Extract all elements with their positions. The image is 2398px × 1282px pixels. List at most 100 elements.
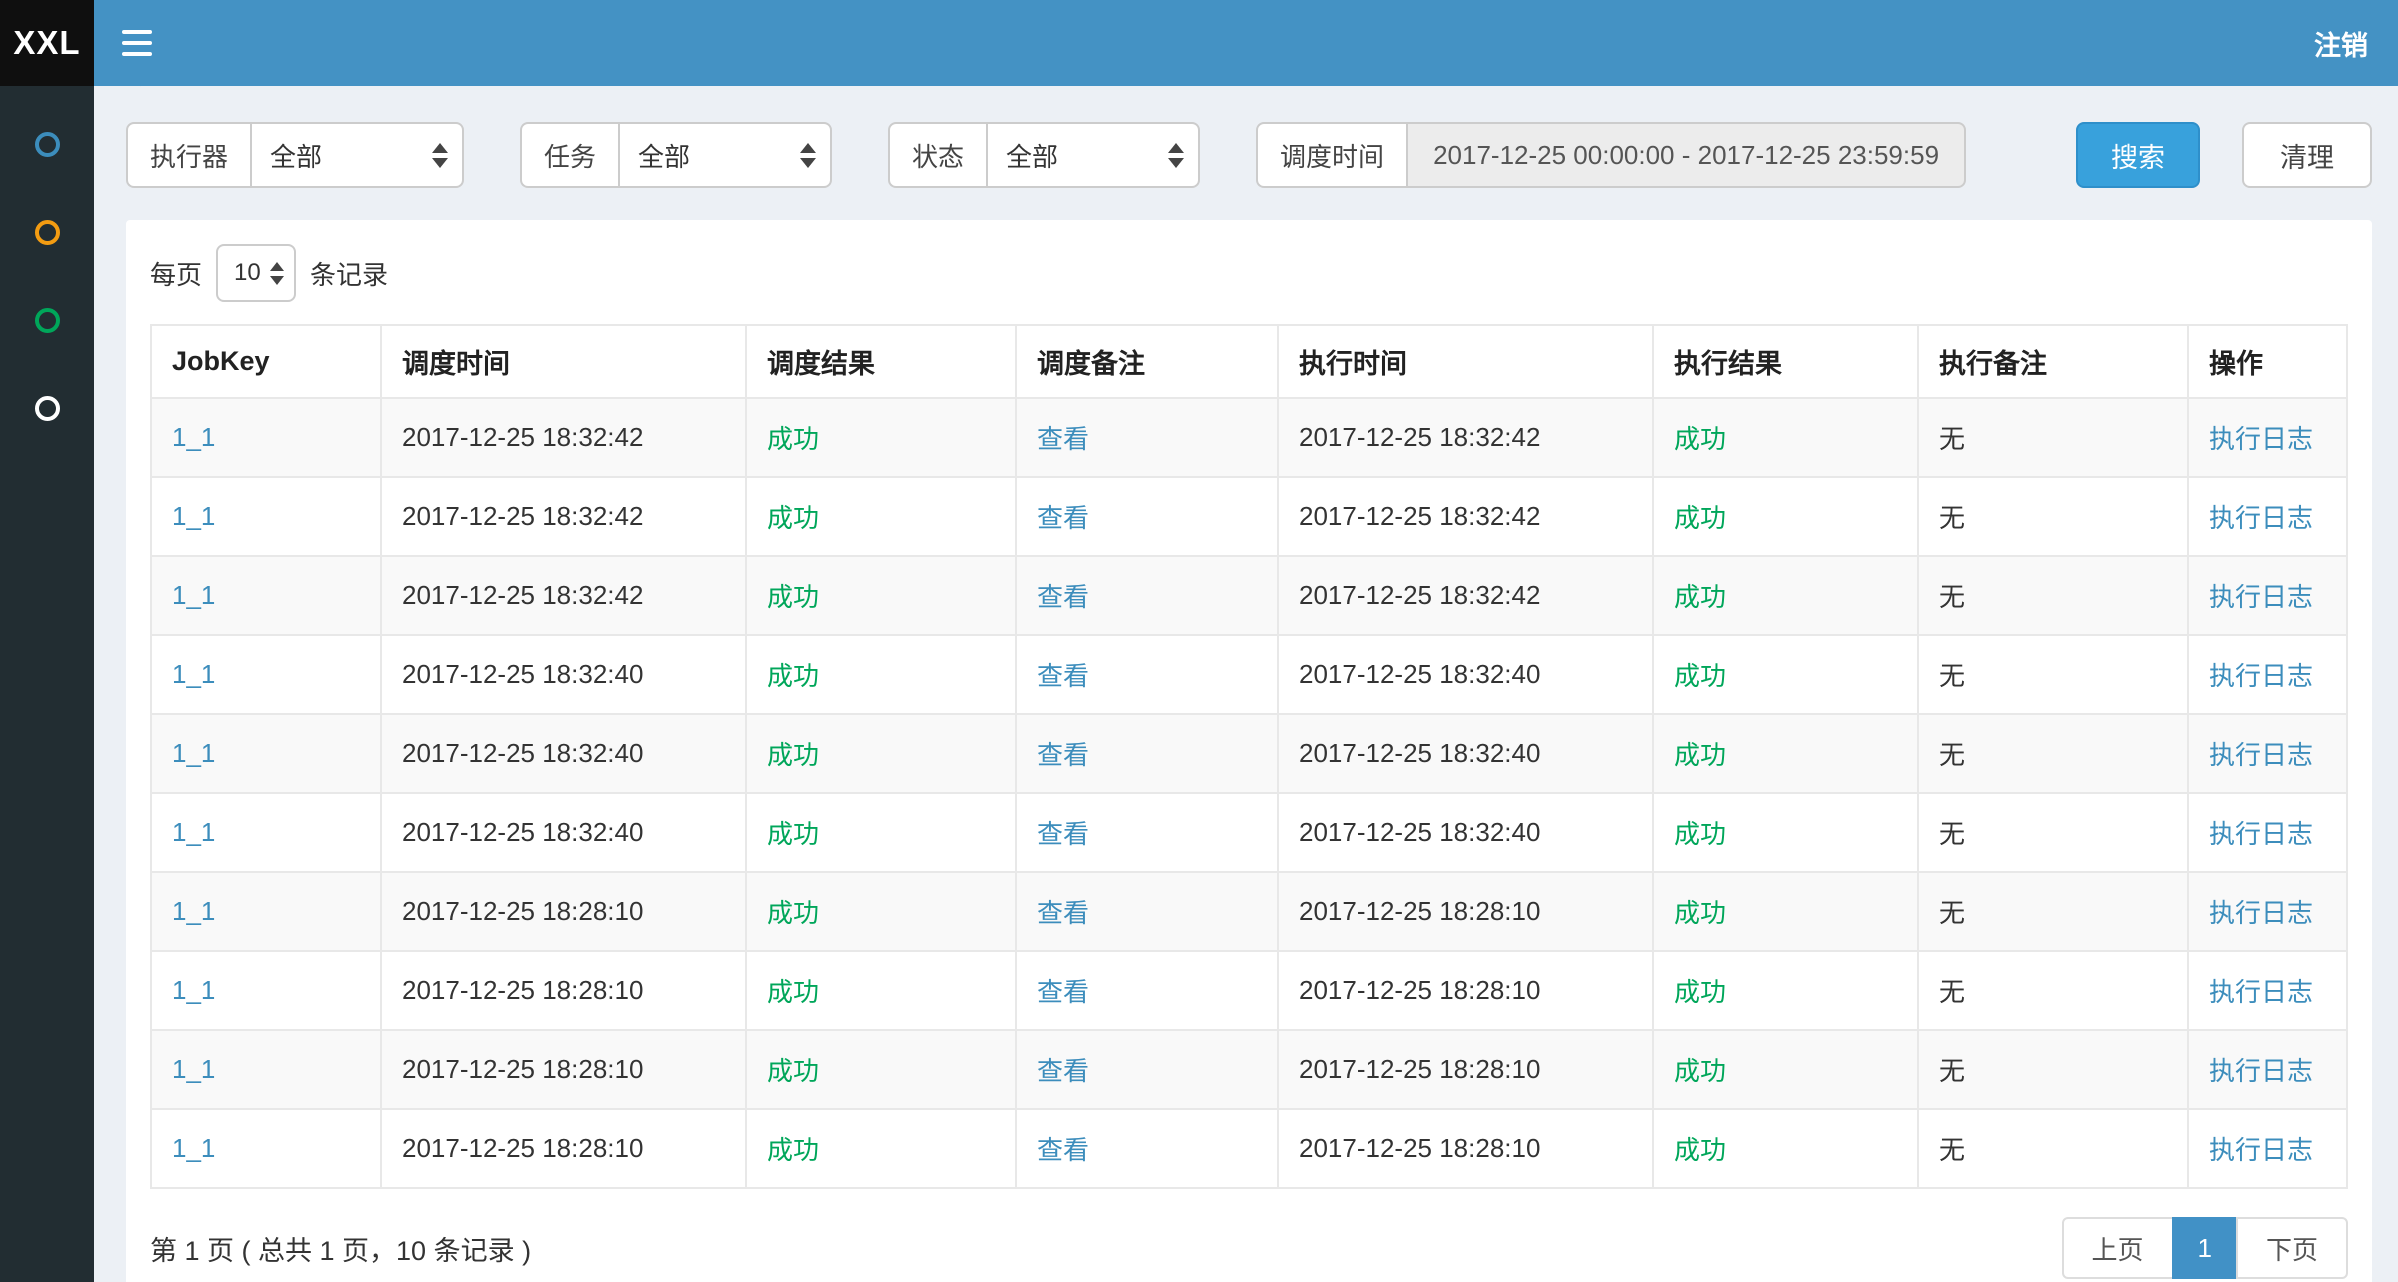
- execution-log-link[interactable]: 执行日志: [2209, 977, 2313, 1007]
- execution-log-link[interactable]: 执行日志: [2209, 582, 2313, 612]
- jobkey-link-cell: 1_1: [151, 872, 381, 951]
- execution-log-link-cell: 执行日志: [2188, 1030, 2347, 1109]
- execution-log-link[interactable]: 执行日志: [2209, 503, 2313, 533]
- sidebar-item-job-manage[interactable]: [0, 188, 94, 276]
- execution-log-link[interactable]: 执行日志: [2209, 898, 2313, 928]
- trigger-result-cell: 成功: [746, 951, 1016, 1030]
- col-header-handle-time: 执行时间: [1278, 325, 1653, 398]
- table-row: 1_12017-12-25 18:32:42成功查看2017-12-25 18:…: [151, 477, 2347, 556]
- jobkey-link[interactable]: 1_1: [172, 1054, 215, 1084]
- jobkey-link-cell: 1_1: [151, 635, 381, 714]
- trigger-result-cell: 成功: [746, 1109, 1016, 1188]
- select-arrows-icon: [270, 262, 284, 285]
- status-filter-select[interactable]: 全部: [986, 122, 1200, 188]
- trigger-msg-link[interactable]: 查看: [1037, 1056, 1089, 1086]
- jobkey-link[interactable]: 1_1: [172, 501, 215, 531]
- logout-link[interactable]: 注销: [2314, 24, 2368, 63]
- jobkey-link[interactable]: 1_1: [172, 422, 215, 452]
- trigger-msg-link[interactable]: 查看: [1037, 582, 1089, 612]
- trigger-msg-link-cell: 查看: [1016, 872, 1278, 951]
- execution-log-link[interactable]: 执行日志: [2209, 1135, 2313, 1165]
- trigger-time-range-input[interactable]: [1406, 122, 1966, 188]
- trigger-msg-link[interactable]: 查看: [1037, 1135, 1089, 1165]
- trigger-msg-link[interactable]: 查看: [1037, 819, 1089, 849]
- current-page-button[interactable]: 1: [2172, 1217, 2238, 1279]
- trigger-msg-link[interactable]: 查看: [1037, 977, 1089, 1007]
- trigger-msg-link[interactable]: 查看: [1037, 898, 1089, 928]
- jobkey-link[interactable]: 1_1: [172, 975, 215, 1005]
- job-filter-group: 任务 全部: [520, 122, 832, 188]
- trigger-msg-link[interactable]: 查看: [1037, 661, 1089, 691]
- trigger-msg-link[interactable]: 查看: [1037, 740, 1089, 770]
- handle-time-cell: 2017-12-25 18:32:40: [1278, 635, 1653, 714]
- sidebar-item-dashboard[interactable]: [0, 100, 94, 188]
- page-size-select[interactable]: 10: [216, 244, 296, 302]
- sidebar-toggle-icon[interactable]: [122, 30, 152, 56]
- jobkey-link[interactable]: 1_1: [172, 896, 215, 926]
- app-logo[interactable]: XXL: [0, 0, 94, 86]
- trigger-msg-link-cell: 查看: [1016, 1030, 1278, 1109]
- main-content: 调度日志 任务调度中心 执行器 全部 任务 全部 状态 全部 调度: [94, 0, 2398, 1282]
- table-row: 1_12017-12-25 18:28:10成功查看2017-12-25 18:…: [151, 872, 2347, 951]
- handle-result-cell: 成功: [1653, 398, 1918, 477]
- table-footer: 第 1 页 ( 总共 1 页，10 条记录 ) 上页 1 下页: [150, 1217, 2348, 1279]
- trigger-msg-link-cell: 查看: [1016, 714, 1278, 793]
- page-size-control: 每页 10 条记录: [150, 244, 2348, 302]
- execution-log-link[interactable]: 执行日志: [2209, 661, 2313, 691]
- trigger-msg-link[interactable]: 查看: [1037, 503, 1089, 533]
- trigger-time-cell: 2017-12-25 18:32:40: [381, 635, 746, 714]
- sidebar-item-job-log[interactable]: [0, 276, 94, 364]
- navbar-main: 注销: [94, 0, 2398, 86]
- handle-time-cell: 2017-12-25 18:28:10: [1278, 872, 1653, 951]
- status-filter-label: 状态: [888, 122, 986, 188]
- execution-log-link-cell: 执行日志: [2188, 556, 2347, 635]
- table-row: 1_12017-12-25 18:28:10成功查看2017-12-25 18:…: [151, 1109, 2347, 1188]
- table-row: 1_12017-12-25 18:32:42成功查看2017-12-25 18:…: [151, 398, 2347, 477]
- handle-time-cell: 2017-12-25 18:32:42: [1278, 477, 1653, 556]
- handle-result-cell: 成功: [1653, 1030, 1918, 1109]
- handle-result-cell: 成功: [1653, 872, 1918, 951]
- executor-filter-select[interactable]: 全部: [250, 122, 464, 188]
- select-arrows-icon: [800, 143, 816, 168]
- search-button[interactable]: 搜索: [2076, 122, 2200, 188]
- execution-log-link[interactable]: 执行日志: [2209, 424, 2313, 454]
- trigger-time-cell: 2017-12-25 18:32:42: [381, 398, 746, 477]
- trigger-time-cell: 2017-12-25 18:32:40: [381, 714, 746, 793]
- jobkey-link-cell: 1_1: [151, 714, 381, 793]
- clear-button[interactable]: 清理: [2242, 122, 2372, 188]
- status-filter-value: 全部: [1006, 137, 1168, 174]
- top-navbar: XXL 注销: [0, 0, 2398, 86]
- col-header-trigger-msg: 调度备注: [1016, 325, 1278, 398]
- trigger-msg-link-cell: 查看: [1016, 793, 1278, 872]
- trigger-msg-link[interactable]: 查看: [1037, 424, 1089, 454]
- job-filter-select[interactable]: 全部: [618, 122, 832, 188]
- trigger-result-cell: 成功: [746, 556, 1016, 635]
- sidebar-item-executor-manage[interactable]: [0, 364, 94, 452]
- executor-filter-value: 全部: [270, 137, 432, 174]
- job-filter-value: 全部: [638, 137, 800, 174]
- execution-log-link-cell: 执行日志: [2188, 714, 2347, 793]
- execution-log-link[interactable]: 执行日志: [2209, 740, 2313, 770]
- jobkey-link[interactable]: 1_1: [172, 738, 215, 768]
- prev-page-button[interactable]: 上页: [2062, 1217, 2174, 1279]
- jobkey-link[interactable]: 1_1: [172, 580, 215, 610]
- table-row: 1_12017-12-25 18:32:40成功查看2017-12-25 18:…: [151, 793, 2347, 872]
- execution-log-link[interactable]: 执行日志: [2209, 1056, 2313, 1086]
- jobkey-link[interactable]: 1_1: [172, 1133, 215, 1163]
- handle-msg-cell: 无: [1918, 398, 2188, 477]
- handle-result-cell: 成功: [1653, 714, 1918, 793]
- execution-log-link[interactable]: 执行日志: [2209, 819, 2313, 849]
- page-size-prefix-label: 每页: [150, 255, 202, 292]
- dispatch-log-table: JobKey 调度时间 调度结果 调度备注 执行时间 执行结果 执行备注 操作 …: [150, 324, 2348, 1189]
- jobkey-link[interactable]: 1_1: [172, 659, 215, 689]
- next-page-button[interactable]: 下页: [2236, 1217, 2348, 1279]
- jobkey-link[interactable]: 1_1: [172, 817, 215, 847]
- trigger-time-cell: 2017-12-25 18:28:10: [381, 1109, 746, 1188]
- execution-log-link-cell: 执行日志: [2188, 793, 2347, 872]
- table-row: 1_12017-12-25 18:32:42成功查看2017-12-25 18:…: [151, 556, 2347, 635]
- trigger-result-cell: 成功: [746, 872, 1016, 951]
- trigger-result-cell: 成功: [746, 1030, 1016, 1109]
- trigger-result-cell: 成功: [746, 714, 1016, 793]
- executor-filter-label: 执行器: [126, 122, 250, 188]
- handle-msg-cell: 无: [1918, 714, 2188, 793]
